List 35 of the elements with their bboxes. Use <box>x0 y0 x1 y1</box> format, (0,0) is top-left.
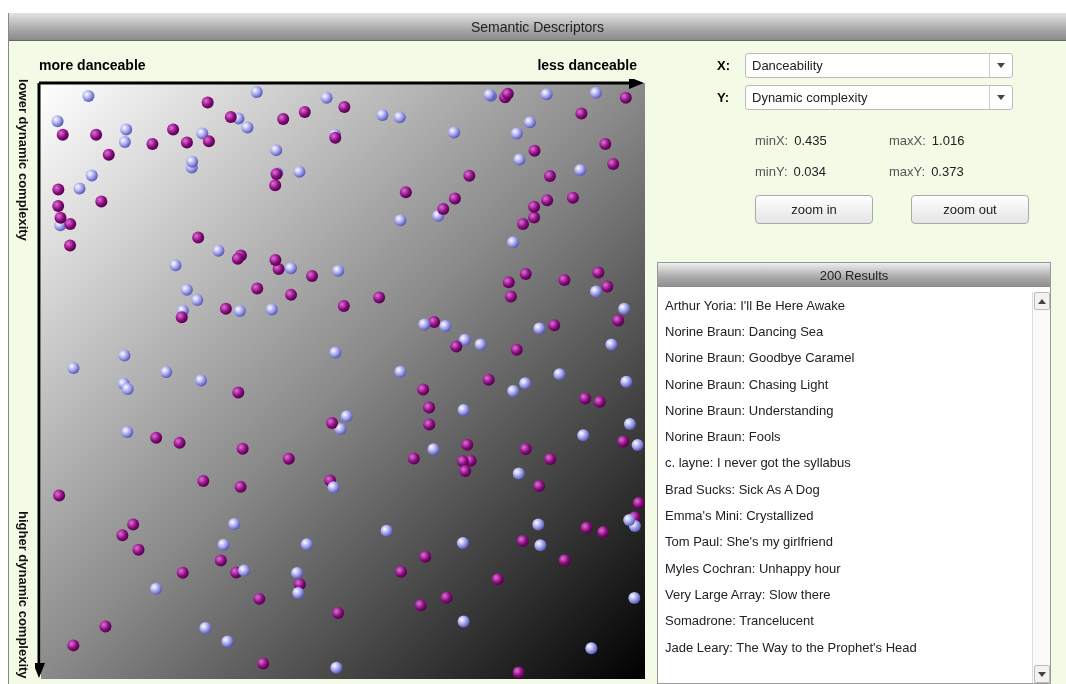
scroll-up-icon <box>1037 298 1046 304</box>
axis-label: more danceable <box>39 57 146 73</box>
range-value: minY: 0.034 <box>755 164 828 179</box>
axis-dropdown[interactable]: Danceability <box>745 53 1013 78</box>
range-value: maxX: 1.016 <box>889 133 966 148</box>
result-item[interactable]: Emma's Mini: Crystallized <box>658 502 1032 529</box>
axis-label: less danceable <box>537 57 637 73</box>
caret-icon <box>997 63 1005 68</box>
result-item[interactable]: Brad Sucks: Sick As A Dog <box>658 476 1032 503</box>
result-item[interactable]: Norine Braun: Chasing Light <box>658 370 1032 398</box>
result-item[interactable]: Norine Braun: Understanding <box>658 397 1032 424</box>
result-item[interactable]: Norine Braun: Dancing Sea <box>658 318 1032 345</box>
range-value: maxY: 0.373 <box>889 164 965 179</box>
result-item[interactable]: Very Large Array: Slow there <box>658 581 1032 608</box>
axis-dropdown[interactable]: Dynamic complexity <box>745 85 1013 110</box>
window-title: Semantic Descriptors <box>9 13 1066 41</box>
scrollbar[interactable] <box>1032 292 1050 683</box>
result-item[interactable]: Norine Braun: Goodbye Caramel <box>658 344 1032 371</box>
axis-select-label: Y: <box>717 90 731 105</box>
result-item[interactable]: Somadrone: Trancelucent <box>658 607 1032 634</box>
result-item[interactable]: Tom Paul: She's my girlfriend <box>658 528 1032 555</box>
axis-label: higher dynamic complexity <box>15 511 31 679</box>
caret-icon <box>997 95 1005 100</box>
result-item[interactable]: Jade Leary: The Way to the Prophet's Head <box>658 633 1032 661</box>
results-header: 200 Results <box>658 263 1050 287</box>
range-value: minX: 0.435 <box>755 133 828 148</box>
result-item[interactable]: Myles Cochran: Unhappy hour <box>658 554 1032 582</box>
result-item[interactable]: c. layne: I never got the syllabus <box>658 449 1032 477</box>
result-item[interactable]: Norine Braun: Fools <box>658 423 1032 450</box>
result-item[interactable]: Arthur Yoria: I'll Be Here Awake <box>658 292 1032 319</box>
axis-label: lower dynamic complexity <box>15 79 31 241</box>
zoom-button[interactable]: zoom out <box>911 195 1029 224</box>
axis-select-label: X: <box>717 58 731 73</box>
zoom-button[interactable]: zoom in <box>755 195 873 224</box>
scroll-down-icon <box>1037 671 1046 677</box>
